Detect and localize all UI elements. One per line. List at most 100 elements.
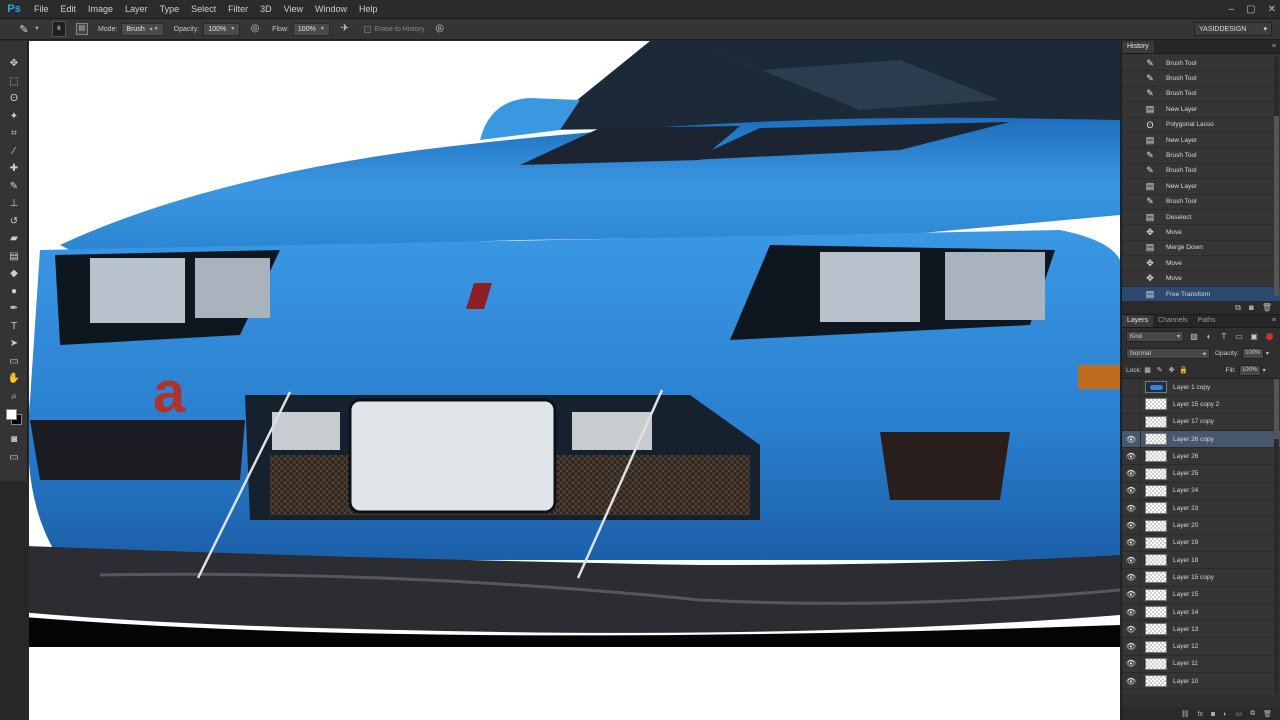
history-item[interactable]: ✎ Brush Tool <box>1122 56 1280 72</box>
close-button[interactable]: ✕ <box>1268 4 1276 15</box>
type-icon[interactable]: T <box>0 318 28 336</box>
menu-3d[interactable]: 3D <box>254 0 278 19</box>
history-source-gutter[interactable] <box>1122 287 1134 301</box>
history-item[interactable]: ✥ Move <box>1122 256 1280 272</box>
trash-icon[interactable]: 🗑 <box>1263 710 1272 718</box>
visibility-eye-icon[interactable]: 👁 <box>1122 569 1141 586</box>
workspace-dropdown[interactable]: YASIDDESIGN ▾ <box>1194 22 1272 36</box>
history-item[interactable]: ✎ Brush Tool <box>1122 87 1280 103</box>
layer-row[interactable]: 👁 Layer 10 <box>1122 673 1280 691</box>
layers-scrollbar[interactable] <box>1274 379 1279 694</box>
history-item[interactable]: ▤ Merge Down <box>1122 241 1280 257</box>
history-source-gutter[interactable] <box>1122 102 1134 116</box>
history-source-gutter[interactable] <box>1122 195 1134 209</box>
menu-filter[interactable]: Filter <box>222 0 254 19</box>
history-source-gutter[interactable] <box>1122 210 1134 224</box>
visibility-eye-icon[interactable]: 👁 <box>1122 603 1141 621</box>
tab-paths[interactable]: Paths <box>1193 315 1221 327</box>
pressure-size-icon[interactable]: ◎ <box>433 22 447 36</box>
layer-name[interactable]: Layer 25 <box>1173 470 1198 477</box>
brush-panel-button[interactable]: ▤ <box>75 23 88 35</box>
layer-name[interactable]: Layer 19 <box>1173 539 1198 546</box>
eraser-icon[interactable]: ▰ <box>0 230 28 248</box>
lock-position-icon[interactable]: ✥ <box>1166 366 1178 374</box>
layer-fill-field[interactable]: 100% <box>1238 364 1261 376</box>
visibility-eye-icon[interactable]: 👁 <box>1122 430 1141 448</box>
filter-toggle-icon[interactable] <box>1266 333 1273 340</box>
layer-row[interactable]: Layer 15 copy 2 <box>1122 396 1280 414</box>
pressure-opacity-icon[interactable]: ◎ <box>248 22 262 36</box>
layer-row[interactable]: Layer 1 copy <box>1122 379 1280 397</box>
chevron-down-icon[interactable]: ▼ <box>34 26 40 32</box>
layer-name[interactable]: Layer 15 copy <box>1173 574 1214 581</box>
type-filter-icon[interactable]: T <box>1219 332 1229 341</box>
foreground-color-swatch[interactable] <box>6 409 17 420</box>
eyedropper-icon[interactable]: ⁄ <box>0 143 28 161</box>
visibility-eye-icon[interactable] <box>1122 413 1141 430</box>
visibility-eye-icon[interactable]: 👁 <box>1122 465 1141 482</box>
menu-edit[interactable]: Edit <box>55 0 83 19</box>
visibility-eye-icon[interactable] <box>1122 379 1141 396</box>
link-layers-icon[interactable]: ⛓ <box>1181 710 1190 718</box>
layer-name[interactable]: Layer 15 <box>1173 591 1198 598</box>
tab-history[interactable]: History <box>1122 41 1154 53</box>
clone-stamp-icon[interactable]: ⊥ <box>0 195 28 213</box>
new-group-icon[interactable]: ▭ <box>1235 710 1242 718</box>
history-item[interactable]: ✥ Move <box>1122 271 1280 287</box>
history-item[interactable]: ▤ Free Transform <box>1122 286 1280 301</box>
visibility-eye-icon[interactable]: 👁 <box>1122 517 1141 534</box>
layer-row[interactable]: 👁 Layer 14 <box>1122 603 1280 622</box>
visibility-eye-icon[interactable]: 👁 <box>1122 638 1141 655</box>
layer-row[interactable]: 👁 Layer 12 <box>1122 638 1280 656</box>
history-source-gutter[interactable] <box>1122 179 1134 193</box>
pen-icon[interactable]: ✒ <box>0 300 28 318</box>
layer-name[interactable]: Layer 1 copy <box>1173 384 1210 391</box>
menu-select[interactable]: Select <box>185 0 222 19</box>
history-source-gutter[interactable] <box>1122 256 1134 270</box>
history-source-gutter[interactable] <box>1122 71 1134 85</box>
history-item[interactable]: ✎ Brush Tool <box>1122 195 1280 210</box>
visibility-eye-icon[interactable]: 👁 <box>1122 551 1141 569</box>
panel-menu-icon[interactable]: ≡ <box>1272 41 1280 53</box>
shape-filter-icon[interactable]: ▭ <box>1234 332 1244 341</box>
history-source-gutter[interactable] <box>1122 241 1134 255</box>
history-item[interactable]: ▤ Deselect <box>1122 210 1280 226</box>
layer-name[interactable]: Layer 26 copy <box>1173 436 1214 443</box>
visibility-eye-icon[interactable]: 👁 <box>1122 655 1141 673</box>
visibility-eye-icon[interactable]: 👁 <box>1122 534 1141 551</box>
history-source-gutter[interactable] <box>1122 56 1134 70</box>
adjustment-filter-icon[interactable]: ◐ <box>1204 332 1214 341</box>
layer-name[interactable]: Layer 12 <box>1173 643 1198 650</box>
visibility-eye-icon[interactable]: 👁 <box>1122 586 1141 603</box>
visibility-eye-icon[interactable]: 👁 <box>1122 673 1141 690</box>
tab-channels[interactable]: Channels <box>1153 315 1193 327</box>
zoom-icon[interactable]: ⌕ <box>0 388 28 406</box>
history-source-gutter[interactable] <box>1122 87 1134 101</box>
trash-icon[interactable]: 🗑 <box>1262 303 1272 312</box>
path-select-icon[interactable]: ➤ <box>0 335 28 353</box>
layer-row[interactable]: 👁 Layer 25 <box>1122 465 1280 483</box>
brush-size-picker[interactable]: 6 <box>51 21 66 37</box>
history-source-gutter[interactable] <box>1122 133 1134 147</box>
layer-row[interactable]: 👁 Layer 24 <box>1122 482 1280 501</box>
history-source-gutter[interactable] <box>1122 148 1134 162</box>
screen-mode-icon[interactable]: ▭ <box>0 449 28 467</box>
mode-dropdown[interactable]: Brush ▲▼ <box>121 22 164 36</box>
visibility-eye-icon[interactable]: 👁 <box>1122 482 1141 500</box>
menu-layer[interactable]: Layer <box>119 0 154 19</box>
chevron-down-icon[interactable]: ▾ <box>1266 350 1269 357</box>
menu-file[interactable]: File <box>28 0 55 19</box>
lock-transparent-icon[interactable]: ▦ <box>1142 366 1154 374</box>
visibility-eye-icon[interactable]: 👁 <box>1122 448 1141 465</box>
panel-menu-icon[interactable]: ≡ <box>1272 315 1280 327</box>
menu-image[interactable]: Image <box>82 0 119 19</box>
history-item[interactable]: ✎ Brush Tool <box>1122 71 1280 87</box>
healing-icon[interactable]: ✚ <box>0 160 28 178</box>
lock-all-icon[interactable]: 🔒 <box>1178 366 1190 374</box>
menu-help[interactable]: Help <box>353 0 384 19</box>
layer-row[interactable]: 👁 Layer 11 <box>1122 655 1280 674</box>
quick-mask-icon[interactable]: ◙ <box>0 431 28 449</box>
color-swatches[interactable] <box>0 405 27 431</box>
quick-select-icon[interactable]: ✦ <box>0 108 28 126</box>
tab-layers[interactable]: Layers <box>1122 315 1154 327</box>
